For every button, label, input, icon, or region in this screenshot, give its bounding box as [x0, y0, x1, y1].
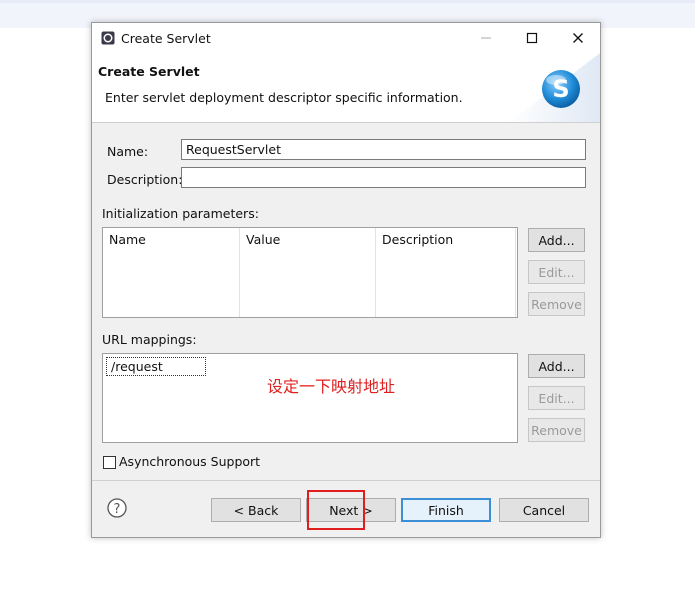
- maximize-icon: [526, 32, 538, 44]
- name-label: Name:: [107, 144, 149, 159]
- svg-text:?: ?: [114, 502, 121, 517]
- url-mappings-label: URL mappings:: [102, 332, 197, 347]
- url-remove-button[interactable]: Remove: [528, 418, 585, 442]
- async-label[interactable]: Asynchronous Support: [119, 454, 260, 469]
- name-field[interactable]: RequestServlet: [181, 139, 586, 160]
- wizard-header: Create Servlet Enter servlet deployment …: [92, 53, 600, 123]
- header-title: Create Servlet: [98, 64, 200, 79]
- back-button[interactable]: < Back: [211, 498, 301, 522]
- close-button[interactable]: [555, 23, 601, 53]
- servlet-s-icon: S: [510, 53, 600, 122]
- async-checkbox[interactable]: [103, 456, 116, 469]
- background-line: [0, 0, 695, 3]
- init-edit-button[interactable]: Edit...: [528, 260, 585, 284]
- column-value: Value: [240, 228, 376, 317]
- url-add-button[interactable]: Add...: [528, 354, 585, 378]
- minimize-button[interactable]: [463, 23, 509, 53]
- maximize-button[interactable]: [509, 23, 555, 53]
- column-name: Name: [103, 228, 240, 317]
- cancel-button[interactable]: Cancel: [499, 498, 589, 522]
- init-params-label: Initialization parameters:: [102, 206, 259, 221]
- window-title: Create Servlet: [121, 31, 211, 46]
- column-header-description[interactable]: Description: [382, 232, 453, 247]
- header-description: Enter servlet deployment descriptor spec…: [105, 90, 463, 105]
- init-params-table[interactable]: Name Value Description: [102, 227, 518, 318]
- description-label: Description:: [107, 172, 183, 187]
- description-field[interactable]: [181, 167, 586, 188]
- url-mappings-list[interactable]: /request 设定一下映射地址: [102, 353, 518, 443]
- minimize-icon: [481, 37, 491, 39]
- column-header-value[interactable]: Value: [246, 232, 280, 247]
- annotation-highlight-box: [307, 490, 365, 530]
- close-icon: [573, 33, 583, 43]
- title-bar: Create Servlet: [92, 23, 600, 53]
- finish-button[interactable]: Finish: [401, 498, 491, 522]
- column-description: Description: [376, 228, 516, 317]
- help-icon[interactable]: ?: [107, 498, 127, 518]
- init-remove-button[interactable]: Remove: [528, 292, 585, 316]
- header-banner: S: [490, 53, 600, 122]
- url-mapping-item[interactable]: /request: [106, 357, 206, 376]
- eclipse-app-icon: [101, 31, 115, 45]
- url-edit-button[interactable]: Edit...: [528, 386, 585, 410]
- create-servlet-dialog: Create Servlet Create Servlet Enter serv…: [91, 22, 601, 538]
- footer-separator: [92, 480, 600, 481]
- annotation-note: 设定一下映射地址: [267, 377, 396, 396]
- init-add-button[interactable]: Add...: [528, 228, 585, 252]
- svg-text:S: S: [552, 75, 569, 103]
- column-header-name[interactable]: Name: [109, 232, 146, 247]
